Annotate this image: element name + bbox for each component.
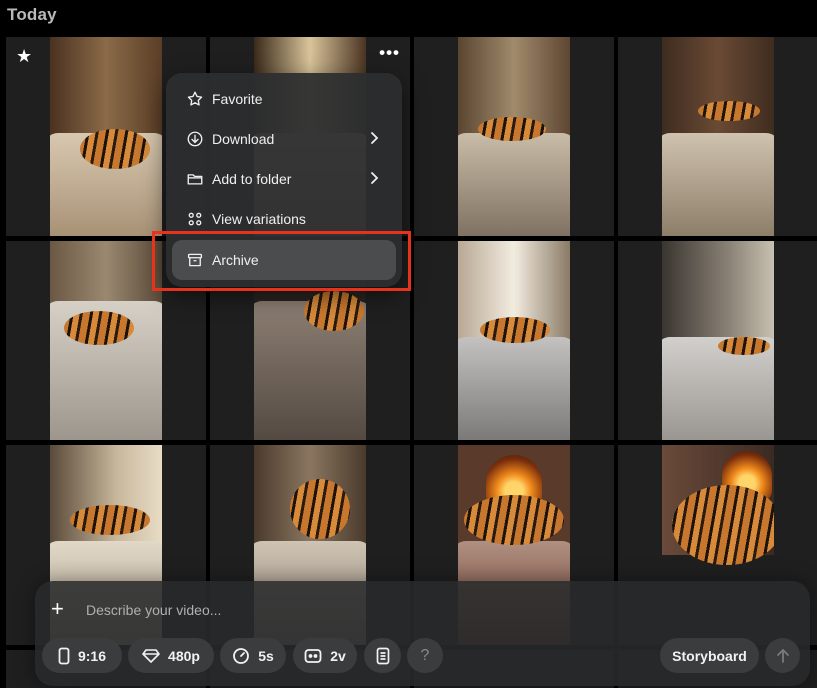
storyboard-label: Storyboard: [672, 647, 747, 664]
prompt-input[interactable]: Describe your video...: [86, 602, 221, 618]
duration-label: 5s: [258, 647, 274, 664]
star-outline-icon: [186, 90, 204, 108]
video-tile[interactable]: [414, 241, 614, 440]
menu-item-label: Favorite: [212, 91, 263, 107]
video-tile[interactable]: [618, 241, 817, 440]
chevron-right-icon: [368, 171, 380, 188]
menu-item-label: Add to folder: [212, 171, 292, 187]
storyboard-button[interactable]: Storyboard: [660, 638, 759, 673]
menu-item-label: Download: [212, 131, 275, 147]
quality-label: 480p: [168, 647, 200, 664]
help-button[interactable]: ?: [407, 638, 443, 673]
prompt-bar: + Describe your video... 9:16 480p 5s 2v…: [35, 581, 810, 686]
duration-button[interactable]: 5s: [220, 638, 286, 673]
aspect-ratio-label: 9:16: [77, 647, 107, 664]
grid-dots-icon: [186, 210, 204, 228]
submit-button[interactable]: [765, 638, 800, 673]
variations-label: 2v: [330, 647, 346, 664]
quality-button[interactable]: 480p: [128, 638, 214, 673]
favorite-star-icon[interactable]: ★: [16, 47, 32, 65]
phone-portrait-icon: [58, 647, 70, 664]
menu-item-label: View variations: [212, 211, 306, 227]
aspect-ratio-button[interactable]: 9:16: [42, 638, 122, 673]
diamond-icon: [142, 648, 160, 663]
more-options-icon[interactable]: •••: [379, 43, 400, 63]
highlight-annotation: [152, 231, 411, 291]
video-thumbnail: [458, 37, 570, 236]
download-icon: [186, 130, 204, 148]
video-tile[interactable]: [414, 37, 614, 236]
help-label: ?: [420, 646, 430, 664]
video-thumbnail: [662, 241, 774, 440]
chevron-right-icon: [368, 131, 380, 148]
preset-button[interactable]: [364, 638, 401, 673]
add-attachment-icon[interactable]: +: [51, 598, 64, 620]
menu-item-favorite[interactable]: Favorite: [172, 79, 396, 119]
clock-icon: [233, 647, 250, 664]
variations-button[interactable]: 2v: [293, 638, 357, 673]
arrow-up-icon: [776, 648, 789, 663]
video-thumbnail: [50, 37, 162, 236]
menu-item-add-to-folder[interactable]: Add to folder: [172, 159, 396, 199]
folder-icon: [186, 170, 204, 188]
variations-icon: [304, 648, 322, 663]
video-thumbnail: [458, 241, 570, 440]
menu-item-download[interactable]: Download: [172, 119, 396, 159]
video-thumbnail: [662, 37, 774, 236]
video-tile[interactable]: [618, 37, 817, 236]
video-thumbnail: [50, 241, 162, 440]
document-icon: [376, 647, 389, 664]
section-title: Today: [7, 5, 57, 24]
